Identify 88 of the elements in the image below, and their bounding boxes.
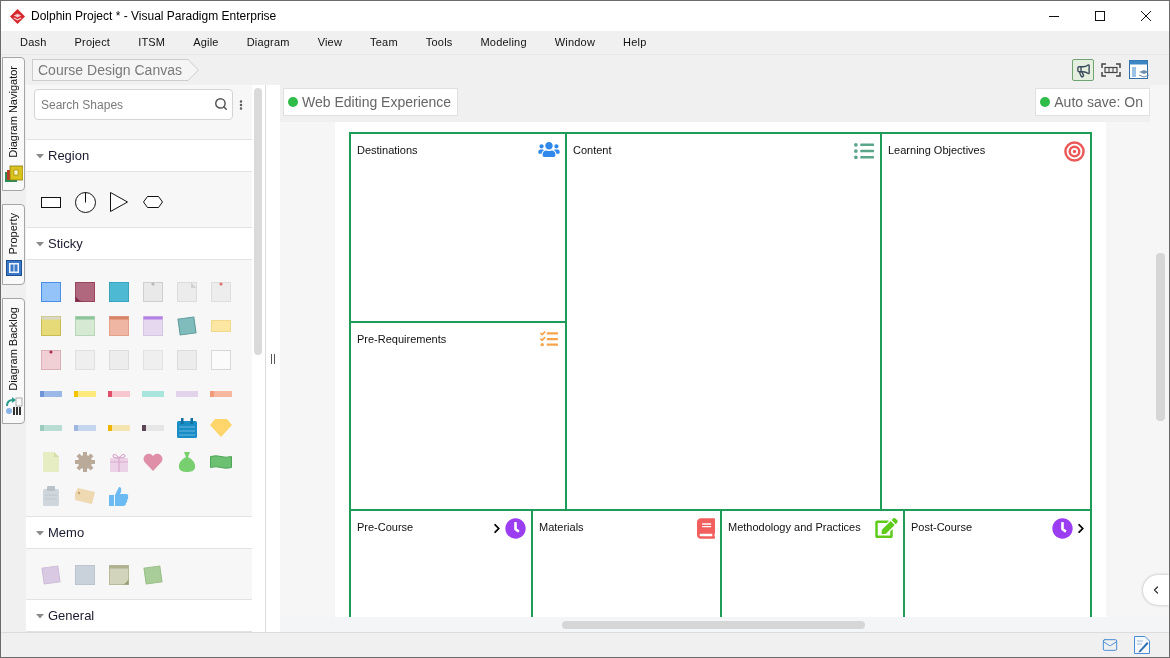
sticky-note-icon[interactable] xyxy=(75,565,95,585)
calendar-icon[interactable] xyxy=(177,418,197,438)
block-title: Pre-Course xyxy=(357,520,414,534)
scrollbar-thumb[interactable] xyxy=(1156,253,1165,421)
list-icon xyxy=(853,141,875,161)
fit-screen-icon xyxy=(1101,63,1121,77)
section-header[interactable]: Memo xyxy=(26,516,252,549)
thumbs-up-icon[interactable] xyxy=(109,486,129,506)
menu-item[interactable]: Tools xyxy=(411,34,467,51)
heart-icon[interactable] xyxy=(143,453,163,471)
section-header[interactable]: General xyxy=(26,599,252,632)
search-icon[interactable] xyxy=(214,97,228,111)
clipboard-icon[interactable] xyxy=(43,486,59,506)
minimize-icon xyxy=(1049,15,1059,17)
menu-item[interactable]: Modeling xyxy=(466,34,541,51)
menu-item[interactable]: Team xyxy=(356,34,412,51)
menu-item[interactable]: Project xyxy=(60,34,125,51)
diamond-icon[interactable] xyxy=(210,419,232,437)
sticky-note-icon[interactable] xyxy=(143,565,163,585)
chevron-right-icon xyxy=(493,523,501,534)
block-title: Methodology and Practices xyxy=(728,520,861,534)
block-title: Pre-Requirements xyxy=(357,331,447,346)
sticky-note-icon[interactable] xyxy=(109,316,129,336)
sticky-note-icon[interactable] xyxy=(41,316,61,336)
checklist-icon xyxy=(538,329,560,348)
menu-item[interactable]: Window xyxy=(540,34,610,51)
toolbar-button[interactable] xyxy=(1072,59,1094,81)
clock-icon xyxy=(1052,518,1073,539)
close-icon xyxy=(1141,11,1151,21)
banknote-icon[interactable] xyxy=(210,455,232,469)
property-sheet-icon xyxy=(5,260,22,277)
sticky-note-icon[interactable] xyxy=(177,316,197,336)
triangle-icon[interactable] xyxy=(110,192,128,212)
window-title: Dolphin Project * - Visual Paradigm Enterprise xyxy=(31,8,277,25)
sticky-note-icon[interactable] xyxy=(109,282,129,302)
scrollbar-thumb[interactable] xyxy=(562,620,865,629)
menu-item[interactable]: Dash xyxy=(6,34,61,51)
tag-icon[interactable] xyxy=(74,487,96,505)
menu-item[interactable]: Agile xyxy=(179,34,233,51)
gift-box-icon[interactable] xyxy=(109,452,129,472)
sticky-note-icon[interactable] xyxy=(41,350,61,370)
app-logo-icon xyxy=(10,8,25,24)
toolbar-button[interactable] xyxy=(1128,59,1150,81)
status-badge: Web Editing Experience xyxy=(283,88,459,116)
document-icon[interactable] xyxy=(43,452,59,472)
block-title: Post-Course xyxy=(911,520,973,534)
block-title: Materials xyxy=(539,520,584,534)
chevron-right-icon xyxy=(1077,523,1085,534)
status-badge: Auto save: On xyxy=(1035,88,1150,116)
menu-item[interactable]: Help xyxy=(609,34,661,51)
users-icon xyxy=(538,141,560,158)
maximize-icon xyxy=(1095,11,1105,21)
sticky-note-icon[interactable] xyxy=(109,565,129,585)
side-tab[interactable]: Diagram Navigator xyxy=(2,57,25,191)
menu-item[interactable]: ITSM xyxy=(124,34,180,51)
money-bag-icon[interactable] xyxy=(178,452,196,472)
section-header[interactable]: Region xyxy=(26,139,252,172)
side-tab[interactable]: Property xyxy=(2,203,25,286)
breadcrumb-item[interactable]: Course Design Canvas xyxy=(32,59,199,81)
mail-icon[interactable] xyxy=(1100,637,1120,653)
grip-icon[interactable] xyxy=(271,353,275,364)
clock-icon xyxy=(505,518,526,539)
block-title: Destinations xyxy=(357,143,418,157)
scrollbar-thumb[interactable] xyxy=(254,88,262,355)
block-title: Content xyxy=(573,143,612,157)
sticky-note-icon[interactable] xyxy=(41,565,61,585)
section-header[interactable]: Sticky xyxy=(26,227,252,260)
target-icon xyxy=(1064,141,1085,162)
status-dot-icon xyxy=(288,97,298,107)
sticky-note-icon[interactable] xyxy=(75,282,95,302)
cog-icon[interactable] xyxy=(75,452,95,472)
status-dot-icon xyxy=(1040,97,1051,107)
rectangle-icon[interactable] xyxy=(41,196,61,208)
note-edit-icon[interactable] xyxy=(1134,636,1150,654)
block-title: Learning Objectives xyxy=(888,143,986,157)
menu-item[interactable]: View xyxy=(303,34,357,51)
menu-item[interactable]: Diagram xyxy=(232,34,304,51)
book-icon xyxy=(697,518,715,539)
window-layout-icon xyxy=(1129,60,1149,80)
tape-strip-icon[interactable] xyxy=(142,425,164,431)
megaphone-icon xyxy=(1075,62,1091,78)
backlog-bars-icon xyxy=(4,397,23,416)
edit-icon xyxy=(875,518,898,538)
side-tab[interactable]: Diagram Backlog xyxy=(2,298,25,425)
folders-icon xyxy=(4,163,23,182)
hexagon-icon[interactable] xyxy=(143,196,163,208)
search-field[interactable]: Search Shapes xyxy=(34,89,233,120)
sticky-note-icon[interactable] xyxy=(41,282,61,302)
